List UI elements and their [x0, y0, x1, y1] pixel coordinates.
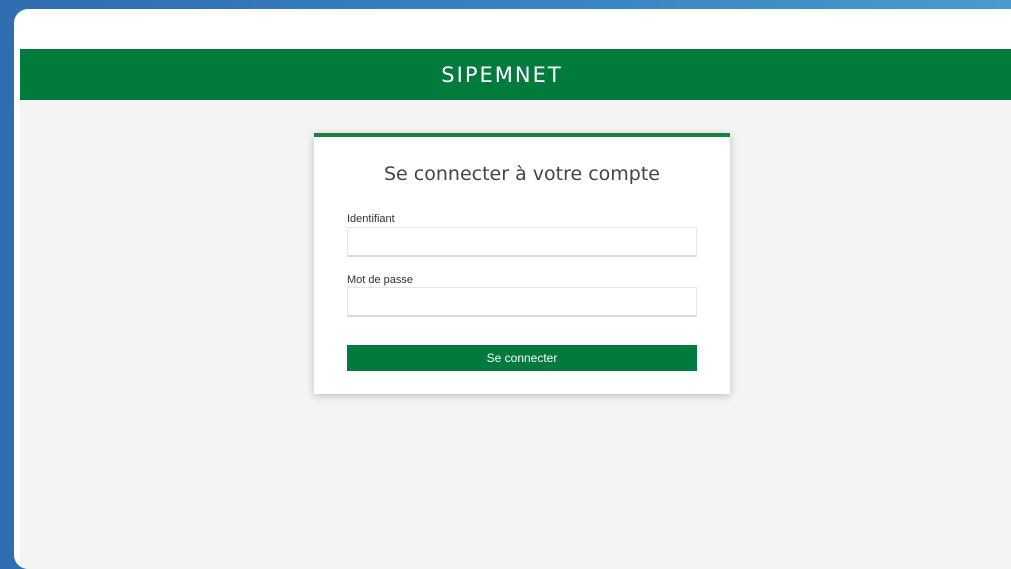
password-input[interactable]	[347, 287, 697, 317]
username-label: Identifiant	[347, 213, 395, 225]
username-input[interactable]	[347, 227, 697, 257]
app-window: SIPEMNET Se connecter à votre compte Ide…	[14, 9, 1011, 569]
top-bar: SIPEMNET	[20, 49, 1011, 100]
app-viewport: SIPEMNET Se connecter à votre compte Ide…	[20, 49, 1011, 569]
login-title: Se connecter à votre compte	[384, 163, 660, 185]
login-card: Se connecter à votre compte Identifiant …	[314, 133, 730, 394]
password-label: Mot de passe	[347, 274, 414, 286]
login-button[interactable]: Se connecter	[347, 345, 697, 371]
brand-title: SIPEMNET	[441, 62, 563, 87]
